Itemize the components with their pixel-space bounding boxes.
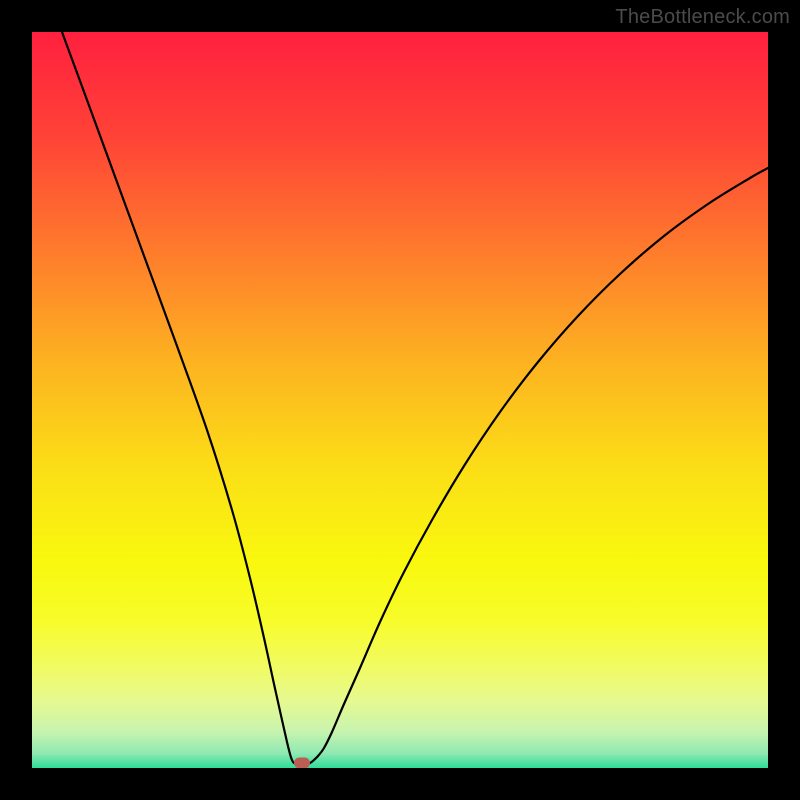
watermark-text: TheBottleneck.com [615,6,790,29]
outer-frame: TheBottleneck.com [0,0,800,800]
bottleneck-curve [32,32,768,768]
optimum-marker [294,758,310,769]
plot-area [32,32,768,768]
